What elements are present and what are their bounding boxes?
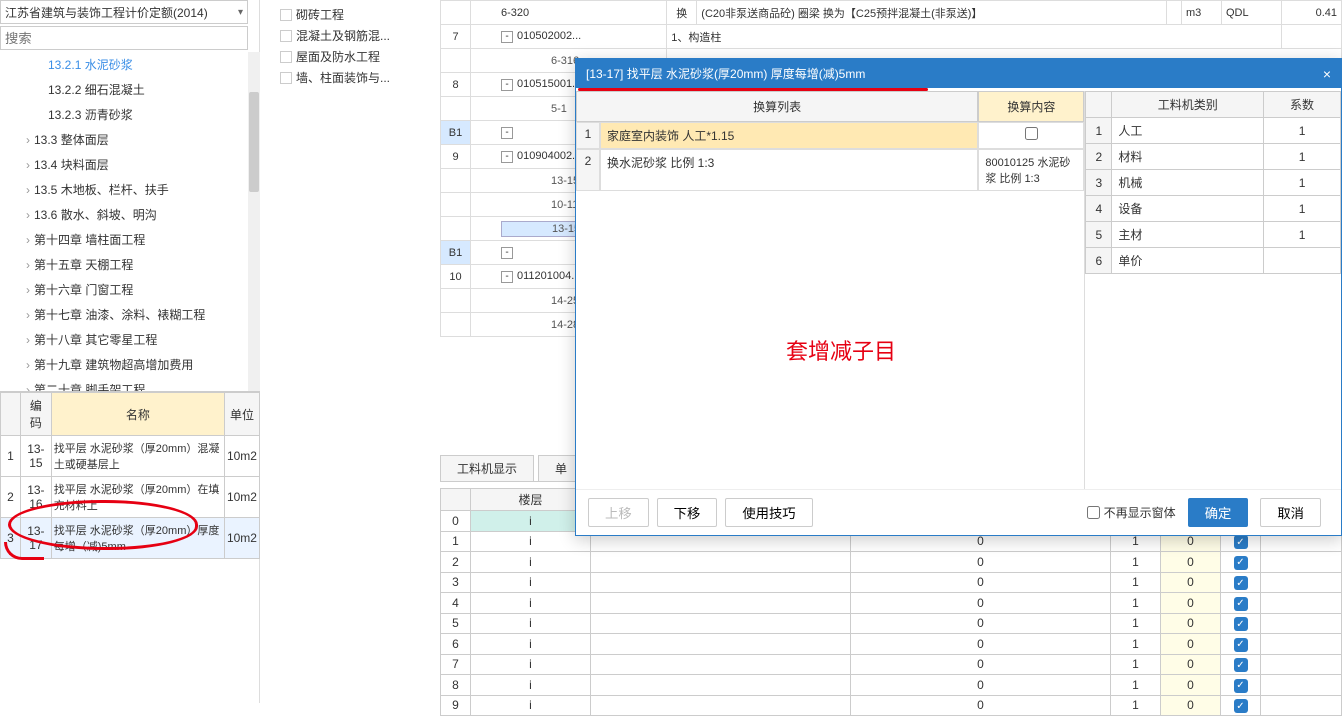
quota-dropdown-label: 江苏省建筑与装饰工程计价定额(2014)	[5, 4, 208, 21]
conversion-checkbox[interactable]	[978, 122, 1084, 149]
search-input[interactable]	[0, 26, 248, 50]
floor-row[interactable]: 5i010✓	[441, 613, 1342, 634]
project-tree-node[interactable]: 墙、柱面装饰与...	[264, 67, 436, 88]
col-unit[interactable]: 单位	[224, 393, 259, 436]
hdr-conversion-content: 换算内容	[978, 91, 1084, 122]
project-tree-node[interactable]: 混凝土及钢筋混...	[264, 25, 436, 46]
move-down-button[interactable]: 下移	[657, 498, 718, 527]
cancel-button[interactable]: 取消	[1260, 498, 1321, 527]
file-icon	[280, 9, 292, 21]
col-floor[interactable]: 楼层	[471, 489, 591, 511]
category-row[interactable]: 1人工1	[1086, 118, 1341, 144]
category-row[interactable]: 4设备1	[1086, 196, 1341, 222]
check-icon[interactable]: ✓	[1234, 576, 1248, 590]
floor-row[interactable]: 3i010✓	[441, 572, 1342, 593]
close-icon[interactable]: ×	[1323, 66, 1331, 82]
check-icon[interactable]: ✓	[1234, 679, 1248, 693]
conversion-row[interactable]: 2 换水泥砂浆 比例 1:3 80010125 水泥砂浆 比例 1:3	[576, 149, 1084, 191]
ok-button[interactable]: 确定	[1188, 498, 1249, 527]
category-row[interactable]: 6单价	[1086, 248, 1341, 274]
chapter-tree: 13.2.1 水泥砂浆13.2.2 细石混凝土13.2.3 沥青砂浆13.3 整…	[0, 52, 260, 392]
dialog-title: [13-17] 找平层 水泥砂浆(厚20mm) 厚度每增(减)5mm	[586, 65, 865, 82]
check-icon[interactable]: ✓	[1234, 617, 1248, 631]
bill-row[interactable]: 7-010502002...1、构造柱	[441, 25, 1342, 49]
file-icon	[280, 30, 292, 42]
tree-item[interactable]: 第十四章 墙柱面工程	[0, 227, 260, 252]
floor-row[interactable]: 9i010✓	[441, 695, 1342, 716]
floor-row[interactable]: 2i010✓	[441, 552, 1342, 573]
table-row[interactable]: 113-15找平层 水泥砂浆（厚20mm）混凝土或硬基层上10m2	[1, 436, 260, 477]
expand-icon[interactable]: -	[501, 271, 513, 283]
hdr-conversion-list: 换算列表	[576, 91, 978, 122]
tree-item[interactable]: 13.3 整体面层	[0, 127, 260, 152]
category-row[interactable]: 5主材1	[1086, 222, 1341, 248]
col-name[interactable]: 名称	[51, 393, 224, 436]
file-icon	[280, 51, 292, 63]
expand-icon[interactable]: -	[501, 127, 513, 139]
tab-materials[interactable]: 工料机显示	[440, 455, 534, 481]
project-tree-panel: 砌砖工程混凝土及钢筋混...屋面及防水工程墙、柱面装饰与...	[260, 0, 440, 92]
category-panel: 工料机类别 系数 1人工12材料13机械14设备15主材16单价	[1085, 91, 1341, 491]
floor-row[interactable]: 8i010✓	[441, 675, 1342, 696]
dialog-titlebar[interactable]: [13-17] 找平层 水泥砂浆(厚20mm) 厚度每增(减)5mm ×	[576, 59, 1341, 88]
floor-row[interactable]: 7i010✓	[441, 654, 1342, 675]
col-code[interactable]: 编码	[21, 393, 52, 436]
quota-dropdown[interactable]: 江苏省建筑与装饰工程计价定额(2014) ▾	[0, 0, 248, 24]
conversion-row[interactable]: 1 家庭室内装饰 人工*1.15	[576, 122, 1084, 149]
tree-item[interactable]: 13.5 木地板、栏杆、扶手	[0, 177, 260, 202]
check-icon[interactable]: ✓	[1234, 535, 1248, 549]
conversion-list: 换算列表 换算内容 1 家庭室内装饰 人工*1.15 2 换水泥砂浆 比例 1:…	[576, 91, 1085, 491]
tree-item[interactable]: 13.2.1 水泥砂浆	[0, 52, 260, 77]
tree-item[interactable]: 第十六章 门窗工程	[0, 277, 260, 302]
check-icon[interactable]: ✓	[1234, 597, 1248, 611]
check-icon[interactable]: ✓	[1234, 658, 1248, 672]
tree-item[interactable]: 13.6 散水、斜坡、明沟	[0, 202, 260, 227]
expand-icon[interactable]: -	[501, 31, 513, 43]
category-table: 工料机类别 系数 1人工12材料13机械14设备15主材16单价	[1085, 91, 1341, 274]
quota-item-table: 编码 名称 单位 113-15找平层 水泥砂浆（厚20mm）混凝土或硬基层上10…	[0, 392, 260, 559]
tree-item[interactable]: 第二十章 脚手架工程	[0, 377, 260, 392]
check-icon[interactable]: ✓	[1234, 699, 1248, 713]
tree-item[interactable]: 13.4 块料面层	[0, 152, 260, 177]
file-icon	[280, 72, 292, 84]
expand-icon[interactable]: -	[501, 151, 513, 163]
noshow-checkbox[interactable]: 不再显示窗体	[1087, 504, 1176, 521]
chevron-down-icon: ▾	[238, 7, 243, 18]
project-tree-node[interactable]: 砌砖工程	[264, 4, 436, 25]
tree-scrollbar[interactable]	[248, 52, 260, 392]
tree-item[interactable]: 13.2.2 细石混凝土	[0, 77, 260, 102]
dialog-footer: 上移 下移 使用技巧 不再显示窗体 确定 取消	[576, 489, 1341, 535]
move-up-button[interactable]: 上移	[588, 498, 649, 527]
table-row[interactable]: 313-17找平层 水泥砂浆（厚20mm）厚度每增（减)5mm10m2	[1, 518, 260, 559]
category-row[interactable]: 3机械1	[1086, 170, 1341, 196]
expand-icon[interactable]: -	[501, 247, 513, 259]
category-row[interactable]: 2材料1	[1086, 144, 1341, 170]
tree-item[interactable]: 第十八章 其它零星工程	[0, 327, 260, 352]
tips-button[interactable]: 使用技巧	[725, 498, 812, 527]
check-icon[interactable]: ✓	[1234, 556, 1248, 570]
expand-icon[interactable]: -	[501, 79, 513, 91]
col-coefficient: 系数	[1264, 92, 1341, 118]
project-tree-node[interactable]: 屋面及防水工程	[264, 46, 436, 67]
tree-item[interactable]: 第十七章 油漆、涂料、裱糊工程	[0, 302, 260, 327]
tree-item[interactable]: 第十五章 天棚工程	[0, 252, 260, 277]
col-category: 工料机类别	[1112, 92, 1264, 118]
tree-item[interactable]: 13.2.3 沥青砂浆	[0, 102, 260, 127]
left-panel: 江苏省建筑与装饰工程计价定额(2014) ▾ 13.2.1 水泥砂浆13.2.2…	[0, 0, 260, 703]
conversion-dialog: [13-17] 找平层 水泥砂浆(厚20mm) 厚度每增(减)5mm × 换算列…	[575, 58, 1342, 536]
annotation-text: 套增减子目	[786, 334, 896, 366]
check-icon[interactable]: ✓	[1234, 638, 1248, 652]
floor-row[interactable]: 6i010✓	[441, 634, 1342, 655]
bill-row[interactable]: 6-320换(C20非泵送商品砼) 圈梁 换为【C25预拌混凝土(非泵送)】m3…	[441, 1, 1342, 25]
floor-row[interactable]: 4i010✓	[441, 593, 1342, 614]
table-row[interactable]: 213-16找平层 水泥砂浆（厚20mm）在填充材料上10m2	[1, 477, 260, 518]
tree-item[interactable]: 第十九章 建筑物超高增加费用	[0, 352, 260, 377]
